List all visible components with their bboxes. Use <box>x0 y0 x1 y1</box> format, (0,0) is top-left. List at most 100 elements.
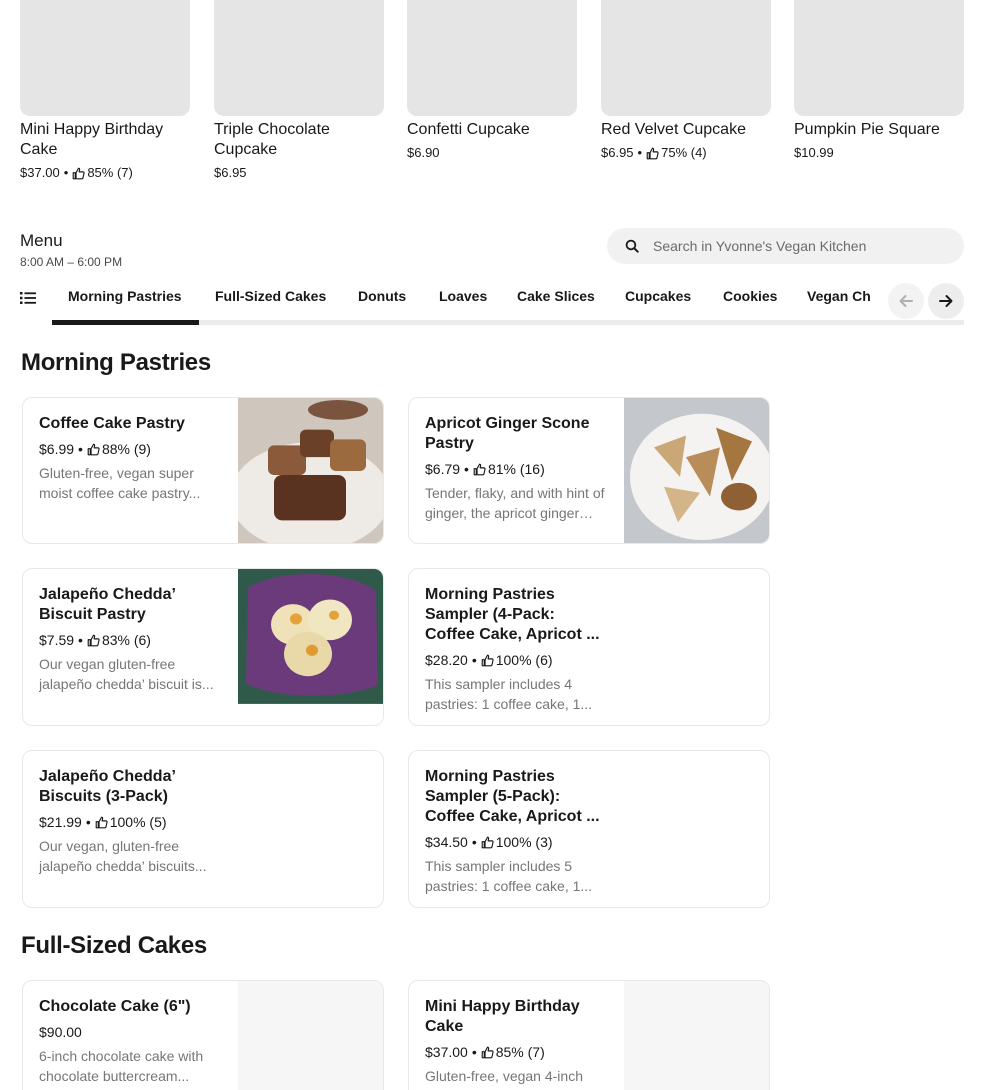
item-description: 6-inch chocolate cake with chocolate but… <box>39 1048 204 1084</box>
section-title: Full-Sized Cakes <box>21 932 207 959</box>
tab-cookies[interactable]: Cookies <box>723 288 777 304</box>
featured-item-name: Triple Chocolate Cupcake <box>214 121 330 158</box>
item-rating: 83% (6) <box>101 632 151 648</box>
item-name: Morning Pastries Sampler (5-Pack): Coffe… <box>425 768 600 825</box>
menu-item-card[interactable]: Chocolate Cake (6") $90.00 6-inch chocol… <box>22 980 384 1090</box>
thumbs-up-icon <box>473 463 486 475</box>
item-price: $37.00 <box>425 1044 468 1060</box>
featured-item-price: $6.95 <box>601 145 634 160</box>
search-icon <box>625 239 639 253</box>
featured-item-name: Red Velvet Cupcake <box>601 121 746 138</box>
item-price: $28.20 <box>425 652 468 668</box>
tab-full-sized-cakes[interactable]: Full-Sized Cakes <box>215 288 326 304</box>
menu-item-card[interactable]: Coffee Cake Pastry $6.99 • 88% (9) Gluten… <box>22 397 384 544</box>
arrow-left-icon <box>899 295 913 307</box>
item-rating: 100% (6) <box>495 652 553 668</box>
featured-item-image <box>20 0 190 116</box>
item-name: Jalapeño Chedda’ Biscuit Pastry <box>39 586 176 623</box>
featured-item-rating: 75% (4) <box>661 145 707 160</box>
list-icon[interactable] <box>20 291 36 305</box>
item-name: Jalapeño Chedda’ Biscuits (3-Pack) <box>39 768 176 805</box>
item-rating: 88% (9) <box>101 441 151 457</box>
item-rating: 100% (5) <box>109 814 167 830</box>
featured-item-image <box>794 0 964 116</box>
item-name: Coffee Cake Pastry <box>39 415 185 432</box>
menu-item-card[interactable]: Jalapeño Chedda’ Biscuit Pastry $7.59 • 8… <box>22 568 384 726</box>
tab-donuts[interactable]: Donuts <box>358 288 406 304</box>
featured-item-meta: $6.90 <box>407 143 577 163</box>
item-price: $6.99 <box>39 441 75 457</box>
thumbs-up-icon <box>481 1046 494 1058</box>
thumbs-up-icon <box>481 836 494 848</box>
item-rating: 81% (16) <box>487 461 545 477</box>
featured-item-price: $10.99 <box>794 145 834 160</box>
featured-item-image <box>407 0 577 116</box>
item-name: Mini Happy Birthday Cake <box>425 998 580 1035</box>
thumbs-up-icon <box>72 167 85 179</box>
featured-item-rating: 85% (7) <box>87 165 133 180</box>
featured-item-meta: $37.00 • 85% (7) <box>20 163 190 183</box>
coffee-cake-photo <box>238 398 383 543</box>
item-description: Gluten-free, vegan 4-inch vanilla cake w… <box>425 1068 583 1090</box>
featured-item-price: $6.95 <box>214 165 247 180</box>
featured-item-image <box>214 0 384 116</box>
item-price: $90.00 <box>39 1024 82 1040</box>
tab-cake-slices[interactable]: Cake Slices <box>517 288 595 304</box>
featured-item-meta: $6.95 <box>214 163 384 183</box>
item-description: This sampler includes 5 pastries: 1 coff… <box>425 858 593 894</box>
item-description: Our vegan gluten-free jalapeño chedda’ b… <box>39 656 214 692</box>
menu-item-card[interactable]: Morning Pastries Sampler (5-Pack): Coffe… <box>408 750 770 908</box>
menu-item-card[interactable]: Mini Happy Birthday Cake $37.00 • 85% (7)… <box>408 980 770 1090</box>
featured-item-name: Pumpkin Pie Square <box>794 121 940 138</box>
search-input[interactable] <box>653 238 943 254</box>
item-description: Gluten-free, vegan super moist coffee ca… <box>39 465 201 501</box>
menu-item-card[interactable]: Jalapeño Chedda’ Biscuits (3-Pack) $21.9… <box>22 750 384 908</box>
item-name: Morning Pastries Sampler (4-Pack: Coffee… <box>425 586 600 643</box>
featured-item-meta: $6.95 • 75% (4) <box>601 143 771 163</box>
item-description: Tender, flaky, and with hint of ginger, … <box>425 485 605 521</box>
scone-photo <box>624 398 769 543</box>
menu-search[interactable] <box>607 228 964 264</box>
thumbs-up-icon <box>87 634 100 646</box>
section-title: Morning Pastries <box>21 349 211 376</box>
biscuit-photo <box>238 569 383 704</box>
featured-carousel: Mini Happy Birthday Cake $37.00 • 85% (7… <box>0 0 984 190</box>
thumbs-up-icon <box>646 147 659 159</box>
menu-hours: 8:00 AM – 6:00 PM <box>20 255 123 269</box>
arrow-right-icon <box>939 295 953 307</box>
active-tab-indicator <box>52 320 199 325</box>
item-price: $21.99 <box>39 814 82 830</box>
thumbs-up-icon <box>95 816 108 828</box>
item-description: Our vegan, gluten-free jalapeño chedda’ … <box>39 838 207 874</box>
featured-item-name: Mini Happy Birthday Cake <box>20 121 164 158</box>
menu-item-card[interactable]: Apricot Ginger Scone Pastry $6.79 • 81% (… <box>408 397 770 544</box>
tab-loaves[interactable]: Loaves <box>439 288 487 304</box>
featured-item-price: $6.90 <box>407 145 440 160</box>
scroll-right-button[interactable] <box>928 283 964 319</box>
featured-item-image <box>601 0 771 116</box>
thumbs-up-icon <box>87 443 100 455</box>
menu-title: Menu <box>20 231 63 250</box>
item-rating: 100% (3) <box>495 834 553 850</box>
tab-morning-pastries[interactable]: Morning Pastries <box>68 288 182 304</box>
item-price: $6.79 <box>425 461 461 477</box>
featured-item[interactable]: Pumpkin Pie Square $10.99 <box>794 0 964 163</box>
item-description: This sampler includes 4 pastries: 1 coff… <box>425 676 593 712</box>
featured-item[interactable]: Triple Chocolate Cupcake $6.95 <box>214 0 384 183</box>
item-photo-placeholder <box>238 981 383 1090</box>
scroll-left-button[interactable] <box>888 283 924 319</box>
featured-item[interactable]: Confetti Cupcake $6.90 <box>407 0 577 163</box>
menu-item-card[interactable]: Morning Pastries Sampler (4-Pack: Coffee… <box>408 568 770 726</box>
item-name: Chocolate Cake (6") <box>39 998 191 1015</box>
tab-cupcakes[interactable]: Cupcakes <box>625 288 691 304</box>
item-rating: 85% (7) <box>495 1044 545 1060</box>
featured-item[interactable]: Mini Happy Birthday Cake $37.00 • 85% (7… <box>20 0 190 183</box>
featured-item-meta: $10.99 <box>794 143 964 163</box>
item-price: $7.59 <box>39 632 75 648</box>
featured-item-name: Confetti Cupcake <box>407 121 530 138</box>
item-name: Apricot Ginger Scone Pastry <box>425 415 590 452</box>
featured-item-price: $37.00 <box>20 165 60 180</box>
tab-vegan-cheesecakes[interactable]: Vegan Ch <box>807 288 871 304</box>
item-price: $34.50 <box>425 834 468 850</box>
featured-item[interactable]: Red Velvet Cupcake $6.95 • 75% (4) <box>601 0 771 163</box>
